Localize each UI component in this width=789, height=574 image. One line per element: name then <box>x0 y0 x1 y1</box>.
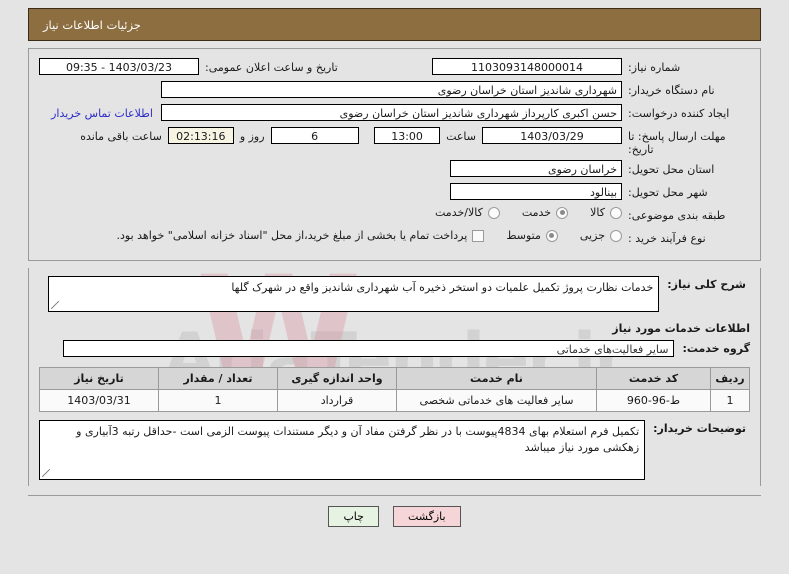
cell-qty: 1 <box>158 389 278 412</box>
cell-code: ط-96-960 <box>596 389 711 412</box>
city-value[interactable]: بینالود <box>450 183 622 200</box>
need-info-panel: شماره نیاز: 1103093148000014 تاریخ و ساع… <box>28 48 761 260</box>
need-description-value[interactable]: خدمات نظارت پروژ تکمیل علمیات دو استخر ذ… <box>48 276 660 312</box>
page-title-bar: جزئیات اطلاعات نیاز <box>28 8 761 41</box>
need-number-value[interactable]: 1103093148000014 <box>432 58 622 75</box>
row-process-type: نوع فرآیند خرید : جزیی متوسط پرداخت تمام… <box>39 229 750 248</box>
th-code: کد خدمت <box>596 367 711 390</box>
classification-option-khedmat-label: خدمت <box>521 206 552 219</box>
payment-note-option[interactable]: پرداخت تمام یا بخشی از مبلغ خرید،از محل … <box>117 229 485 242</box>
table-row: 1 ط-96-960 سایر فعالیت های خدماتی شخصی ق… <box>39 389 750 412</box>
radio-icon-jozi[interactable] <box>610 229 622 242</box>
classification-option-kala[interactable]: کالا <box>590 206 622 219</box>
province-label: استان محل تحویل: <box>628 163 715 176</box>
row-deadline: مهلت ارسال پاسخ: تا تاریخ: 1403/03/29 سا… <box>39 127 750 156</box>
deadline-countdown: 02:13:16 <box>167 127 234 144</box>
need-number-label: شماره نیاز: <box>628 61 681 74</box>
buyer-notes-label: توضیحات خریدار: <box>653 422 746 435</box>
checkbox-icon-payment[interactable] <box>472 229 485 242</box>
th-qty: تعداد / مقدار <box>158 367 278 390</box>
items-table-wrap: ردیف کد خدمت نام خدمت واحد اندازه گیری ت… <box>29 363 760 420</box>
process-type-option-motevaset-label: متوسط <box>506 229 541 242</box>
payment-note-label: پرداخت تمام یا بخشی از مبلغ خرید،از محل … <box>116 229 468 242</box>
buyer-org-value[interactable]: شهرداری شاندیز استان خراسان رضوی <box>161 81 622 98</box>
items-table: ردیف کد خدمت نام خدمت واحد اندازه گیری ت… <box>39 367 750 412</box>
footer-actions: بازگشت چاپ <box>0 506 789 527</box>
public-announce-value[interactable]: 1403/03/23 - 09:35 <box>39 58 199 75</box>
service-group-value[interactable]: سایر فعالیت‌های خدماتی <box>63 340 675 357</box>
row-province: استان محل تحویل: خراسان رضوی <box>39 160 750 179</box>
buyer-notes-block: توضیحات خریدار: تکمیل فرم استعلام بهای 4… <box>29 420 760 486</box>
requester-value[interactable]: حسن اکبری کارپرداز شهرداری شاندیز استان … <box>161 104 622 121</box>
divider-after-form <box>28 260 761 261</box>
process-type-option-motevaset[interactable]: متوسط <box>506 229 558 242</box>
th-row: ردیف <box>710 367 750 390</box>
cell-name: سایر فعالیت های خدماتی شخصی <box>396 389 597 412</box>
th-unit: واحد اندازه گیری <box>277 367 397 390</box>
requester-label: ایجاد کننده درخواست: <box>628 107 730 120</box>
th-date: تاریخ نیاز <box>39 367 159 390</box>
page-root: جزئیات اطلاعات نیاز شماره نیاز: 11030931… <box>0 8 789 527</box>
services-section-heading: اطلاعات خدمات مورد نیاز <box>612 322 750 335</box>
city-label: شهر محل تحویل: <box>628 186 708 199</box>
classification-label: طبقه بندی موضوعی: <box>628 209 726 222</box>
details-panel: شرح کلی نیاز: خدمات نظارت پروژ تکمیل علم… <box>28 268 761 486</box>
row-requester: ایجاد کننده درخواست: حسن اکبری کارپرداز … <box>39 104 750 123</box>
service-group-row: گروه خدمت: سایر فعالیت‌های خدماتی <box>29 338 760 363</box>
buyer-org-label: نام دستگاه خریدار: <box>628 84 715 97</box>
classification-option-kala-khedmat-label: کالا/خدمت <box>435 206 483 219</box>
th-name: نام خدمت <box>396 367 597 390</box>
radio-icon-khedmat[interactable] <box>556 206 569 219</box>
buyer-contact-link[interactable]: اطلاعات تماس خریدار <box>51 104 161 120</box>
classification-option-kala-khedmat[interactable]: کالا/خدمت <box>435 206 500 219</box>
deadline-days-label: روز و <box>239 130 265 143</box>
row-buyer-org: نام دستگاه خریدار: شهرداری شاندیز استان … <box>39 81 750 100</box>
deadline-time-label: ساعت <box>446 130 476 143</box>
deadline-remaining-label: ساعت باقی مانده <box>80 130 162 143</box>
table-header-row: ردیف کد خدمت نام خدمت واحد اندازه گیری ت… <box>39 367 750 390</box>
row-need-number: شماره نیاز: 1103093148000014 تاریخ و ساع… <box>39 58 750 77</box>
radio-icon-kala-khedmat[interactable] <box>487 206 500 219</box>
deadline-spacer <box>359 127 375 143</box>
need-description-row: شرح کلی نیاز: خدمات نظارت پروژ تکمیل علم… <box>39 276 750 312</box>
radio-icon-kala[interactable] <box>610 206 622 219</box>
cell-row: 1 <box>710 389 750 412</box>
need-info-form: شماره نیاز: 1103093148000014 تاریخ و ساع… <box>29 49 760 260</box>
deadline-label: مهلت ارسال پاسخ: تا تاریخ: <box>628 130 726 156</box>
row-classification: طبقه بندی موضوعی: کالا خدمت کالا/خدمت <box>39 206 750 225</box>
classification-option-khedmat[interactable]: خدمت <box>521 206 569 219</box>
need-description-label: شرح کلی نیاز: <box>667 278 746 291</box>
divider-before-footer <box>28 495 761 496</box>
radio-icon-motevaset[interactable] <box>545 229 558 242</box>
buyer-notes-row: توضیحات خریدار: تکمیل فرم استعلام بهای 4… <box>39 420 750 480</box>
process-type-option-jozi-label: جزیی <box>579 229 605 242</box>
deadline-date-value[interactable]: 1403/03/29 <box>482 127 622 144</box>
province-value[interactable]: خراسان رضوی <box>450 160 622 177</box>
cell-unit: قرارداد <box>277 389 397 412</box>
classification-option-kala-label: کالا <box>590 206 605 219</box>
process-type-label: نوع فرآیند خرید : <box>628 232 706 245</box>
public-announce-label: تاریخ و ساعت اعلان عمومی: <box>205 61 338 74</box>
row-city: شهر محل تحویل: بینالود <box>39 183 750 202</box>
page-title: جزئیات اطلاعات نیاز <box>43 17 141 32</box>
back-button[interactable]: بازگشت <box>392 506 461 527</box>
service-group-label: گروه خدمت: <box>682 342 750 355</box>
need-description-block: شرح کلی نیاز: خدمات نظارت پروژ تکمیل علم… <box>29 268 760 318</box>
cell-date: 1403/03/31 <box>39 389 159 412</box>
print-button[interactable]: چاپ <box>328 506 379 527</box>
deadline-days-value[interactable]: 6 <box>270 127 359 144</box>
public-announce-group: تاریخ و ساعت اعلان عمومی: 1403/03/23 - 0… <box>39 58 344 75</box>
deadline-time-value[interactable]: 13:00 <box>374 127 441 144</box>
buyer-notes-value[interactable]: تکمیل فرم استعلام بهای 4834پیوست با در ن… <box>39 420 646 480</box>
process-type-option-jozi[interactable]: جزیی <box>580 229 622 242</box>
